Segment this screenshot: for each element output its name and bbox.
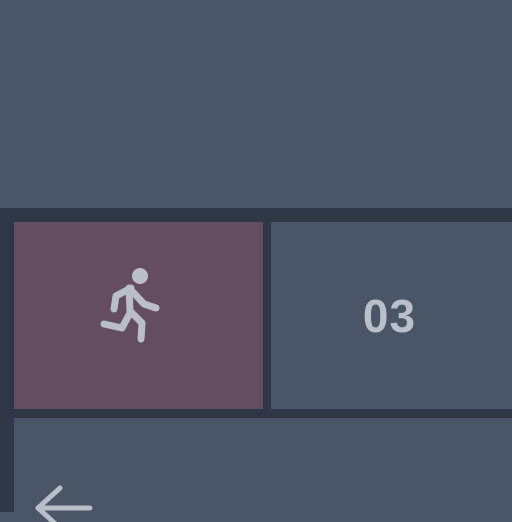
top-empty-area bbox=[0, 0, 512, 208]
activity-tile[interactable] bbox=[14, 222, 263, 409]
back-arrow-icon[interactable] bbox=[30, 482, 100, 522]
running-person-icon bbox=[100, 267, 159, 342]
counter-value: 03 bbox=[362, 289, 417, 342]
counter-tile[interactable]: 03 bbox=[271, 222, 512, 409]
